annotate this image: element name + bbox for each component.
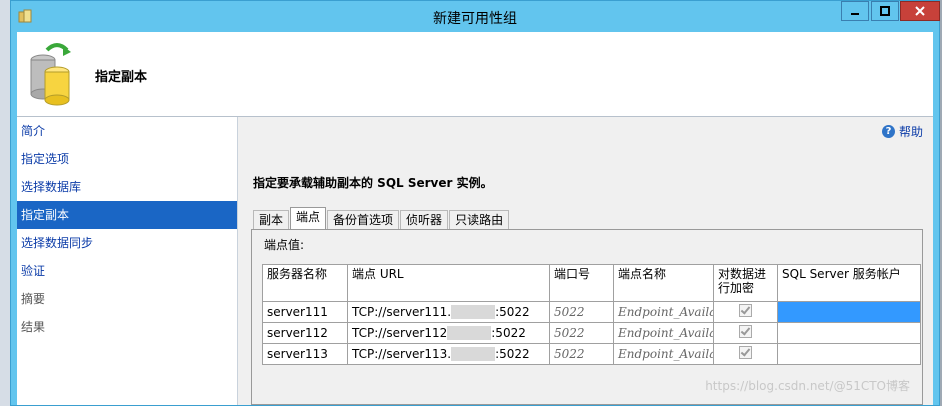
endpoint-values-label: 端点值: <box>264 238 305 252</box>
endpoint-name-cell[interactable]: Endpoint_Availab <box>613 343 714 365</box>
title-bar[interactable]: 新建可用性组 <box>11 1 940 32</box>
help-icon: ? <box>881 125 895 138</box>
endpoint-url-cell[interactable]: TCP://server113. :5022 <box>347 343 550 365</box>
minimize-icon <box>851 13 859 15</box>
encrypt-checkbox[interactable] <box>739 325 752 338</box>
dialog-window: 新建可用性组 指定副本 简介 指定选项 选择数据库 指定副本 选择数据同步 验证… <box>10 0 940 406</box>
encrypt-cell[interactable] <box>713 301 778 323</box>
server-name-cell: server111 <box>262 301 348 323</box>
nav-item-databases[interactable]: 选择数据库 <box>17 173 237 201</box>
column-header[interactable]: 端口号 <box>549 264 614 302</box>
url-prefix: TCP://server113. <box>352 346 452 361</box>
close-icon <box>915 6 925 16</box>
table-row[interactable]: server112 TCP://server112 :5022 5022 Endp… <box>262 322 921 344</box>
maximize-icon <box>880 6 890 16</box>
nav-item-validation[interactable]: 验证 <box>17 257 237 285</box>
endpoint-url-cell[interactable]: TCP://server112 :5022 <box>347 322 550 344</box>
help-link[interactable]: ? 帮助 <box>881 123 923 140</box>
column-header[interactable]: 对数据进行加密 <box>713 264 778 302</box>
nav-item-summary: 摘要 <box>21 292 46 306</box>
nav-item-replicas[interactable]: 指定副本 <box>17 201 237 229</box>
tab-read-only-routing[interactable]: 只读路由 <box>449 210 510 230</box>
encrypt-checkbox[interactable] <box>739 346 752 359</box>
url-prefix: TCP://server111. <box>352 304 452 319</box>
database-replica-icon <box>30 43 71 106</box>
url-prefix: TCP://server112 <box>352 325 448 340</box>
window-title: 新建可用性组 <box>433 11 517 27</box>
encrypt-checkbox[interactable] <box>739 304 752 317</box>
redacted-block <box>451 347 496 362</box>
instruction-text: 指定要承载辅助副本的 SQL Server 实例。 <box>253 176 493 190</box>
maximize-button[interactable] <box>871 1 899 21</box>
url-suffix: :5022 <box>491 325 526 340</box>
endpoint-name-cell[interactable]: Endpoint_Availab <box>613 301 714 323</box>
redacted-block <box>447 326 492 341</box>
port-cell[interactable]: 5022 <box>549 301 614 323</box>
nav-item-intro[interactable]: 简介 <box>17 117 237 145</box>
tab-endpoints[interactable]: 端点 <box>290 207 327 230</box>
port-cell[interactable]: 5022 <box>549 322 614 344</box>
dialog-client: 指定副本 简介 指定选项 选择数据库 指定副本 选择数据同步 验证 摘要 结果 … <box>17 32 933 405</box>
close-button[interactable] <box>900 1 940 21</box>
page-title: 指定副本 <box>95 70 148 85</box>
encrypt-cell[interactable] <box>713 343 778 365</box>
watermark: https://blog.csdn.net/@51CTO博客 <box>705 379 910 393</box>
tab-listener[interactable]: 侦听器 <box>400 210 449 230</box>
encrypt-cell[interactable] <box>713 322 778 344</box>
help-label: 帮助 <box>898 125 923 139</box>
service-account-cell[interactable] <box>777 301 921 323</box>
wizard-nav: 简介 指定选项 选择数据库 指定副本 选择数据同步 验证 摘要 结果 <box>17 117 238 405</box>
column-header[interactable]: SQL Server 服务帐户 <box>777 264 921 302</box>
endpoints-grid: 服务器名称 端点 URL 端口号 端点名称 对数据进行加密 SQL Server… <box>262 264 921 365</box>
redacted-block <box>451 305 496 320</box>
url-suffix: :5022 <box>495 304 530 319</box>
column-header[interactable]: 端点 URL <box>347 264 550 302</box>
url-suffix: :5022 <box>495 346 530 361</box>
port-cell[interactable]: 5022 <box>549 343 614 365</box>
server-name-cell: server113 <box>262 343 348 365</box>
table-row[interactable]: server113 TCP://server113. :5022 5022 End… <box>262 343 921 365</box>
nav-item-results: 结果 <box>21 320 46 334</box>
page-header: 指定副本 <box>17 32 933 117</box>
table-row[interactable]: server111 TCP://server111. :5022 5022 End… <box>262 301 921 323</box>
column-header[interactable]: 端点名称 <box>613 264 714 302</box>
endpoint-url-cell[interactable]: TCP://server111. :5022 <box>347 301 550 323</box>
nav-item-options[interactable]: 指定选项 <box>17 145 237 173</box>
minimize-button[interactable] <box>841 1 869 21</box>
tab-strip: 副本 端点 备份首选项 侦听器 只读路由 <box>253 207 510 230</box>
main-panel: ? 帮助 指定要承载辅助副本的 SQL Server 实例。 副本 端点 备份首… <box>238 117 933 405</box>
endpoint-name-cell[interactable]: Endpoint_Availab <box>613 322 714 344</box>
nav-item-data-sync[interactable]: 选择数据同步 <box>17 229 237 257</box>
tab-backup-preferences[interactable]: 备份首选项 <box>327 210 400 230</box>
endpoints-panel: 端点值: 服务器名称 端点 URL 端口号 端点名称 对数据进行加密 SQL S… <box>251 229 923 405</box>
service-account-cell[interactable] <box>777 343 921 365</box>
service-account-cell[interactable] <box>777 322 921 344</box>
server-name-cell: server112 <box>262 322 348 344</box>
column-header[interactable]: 服务器名称 <box>262 264 348 302</box>
tab-replicas[interactable]: 副本 <box>253 210 290 230</box>
